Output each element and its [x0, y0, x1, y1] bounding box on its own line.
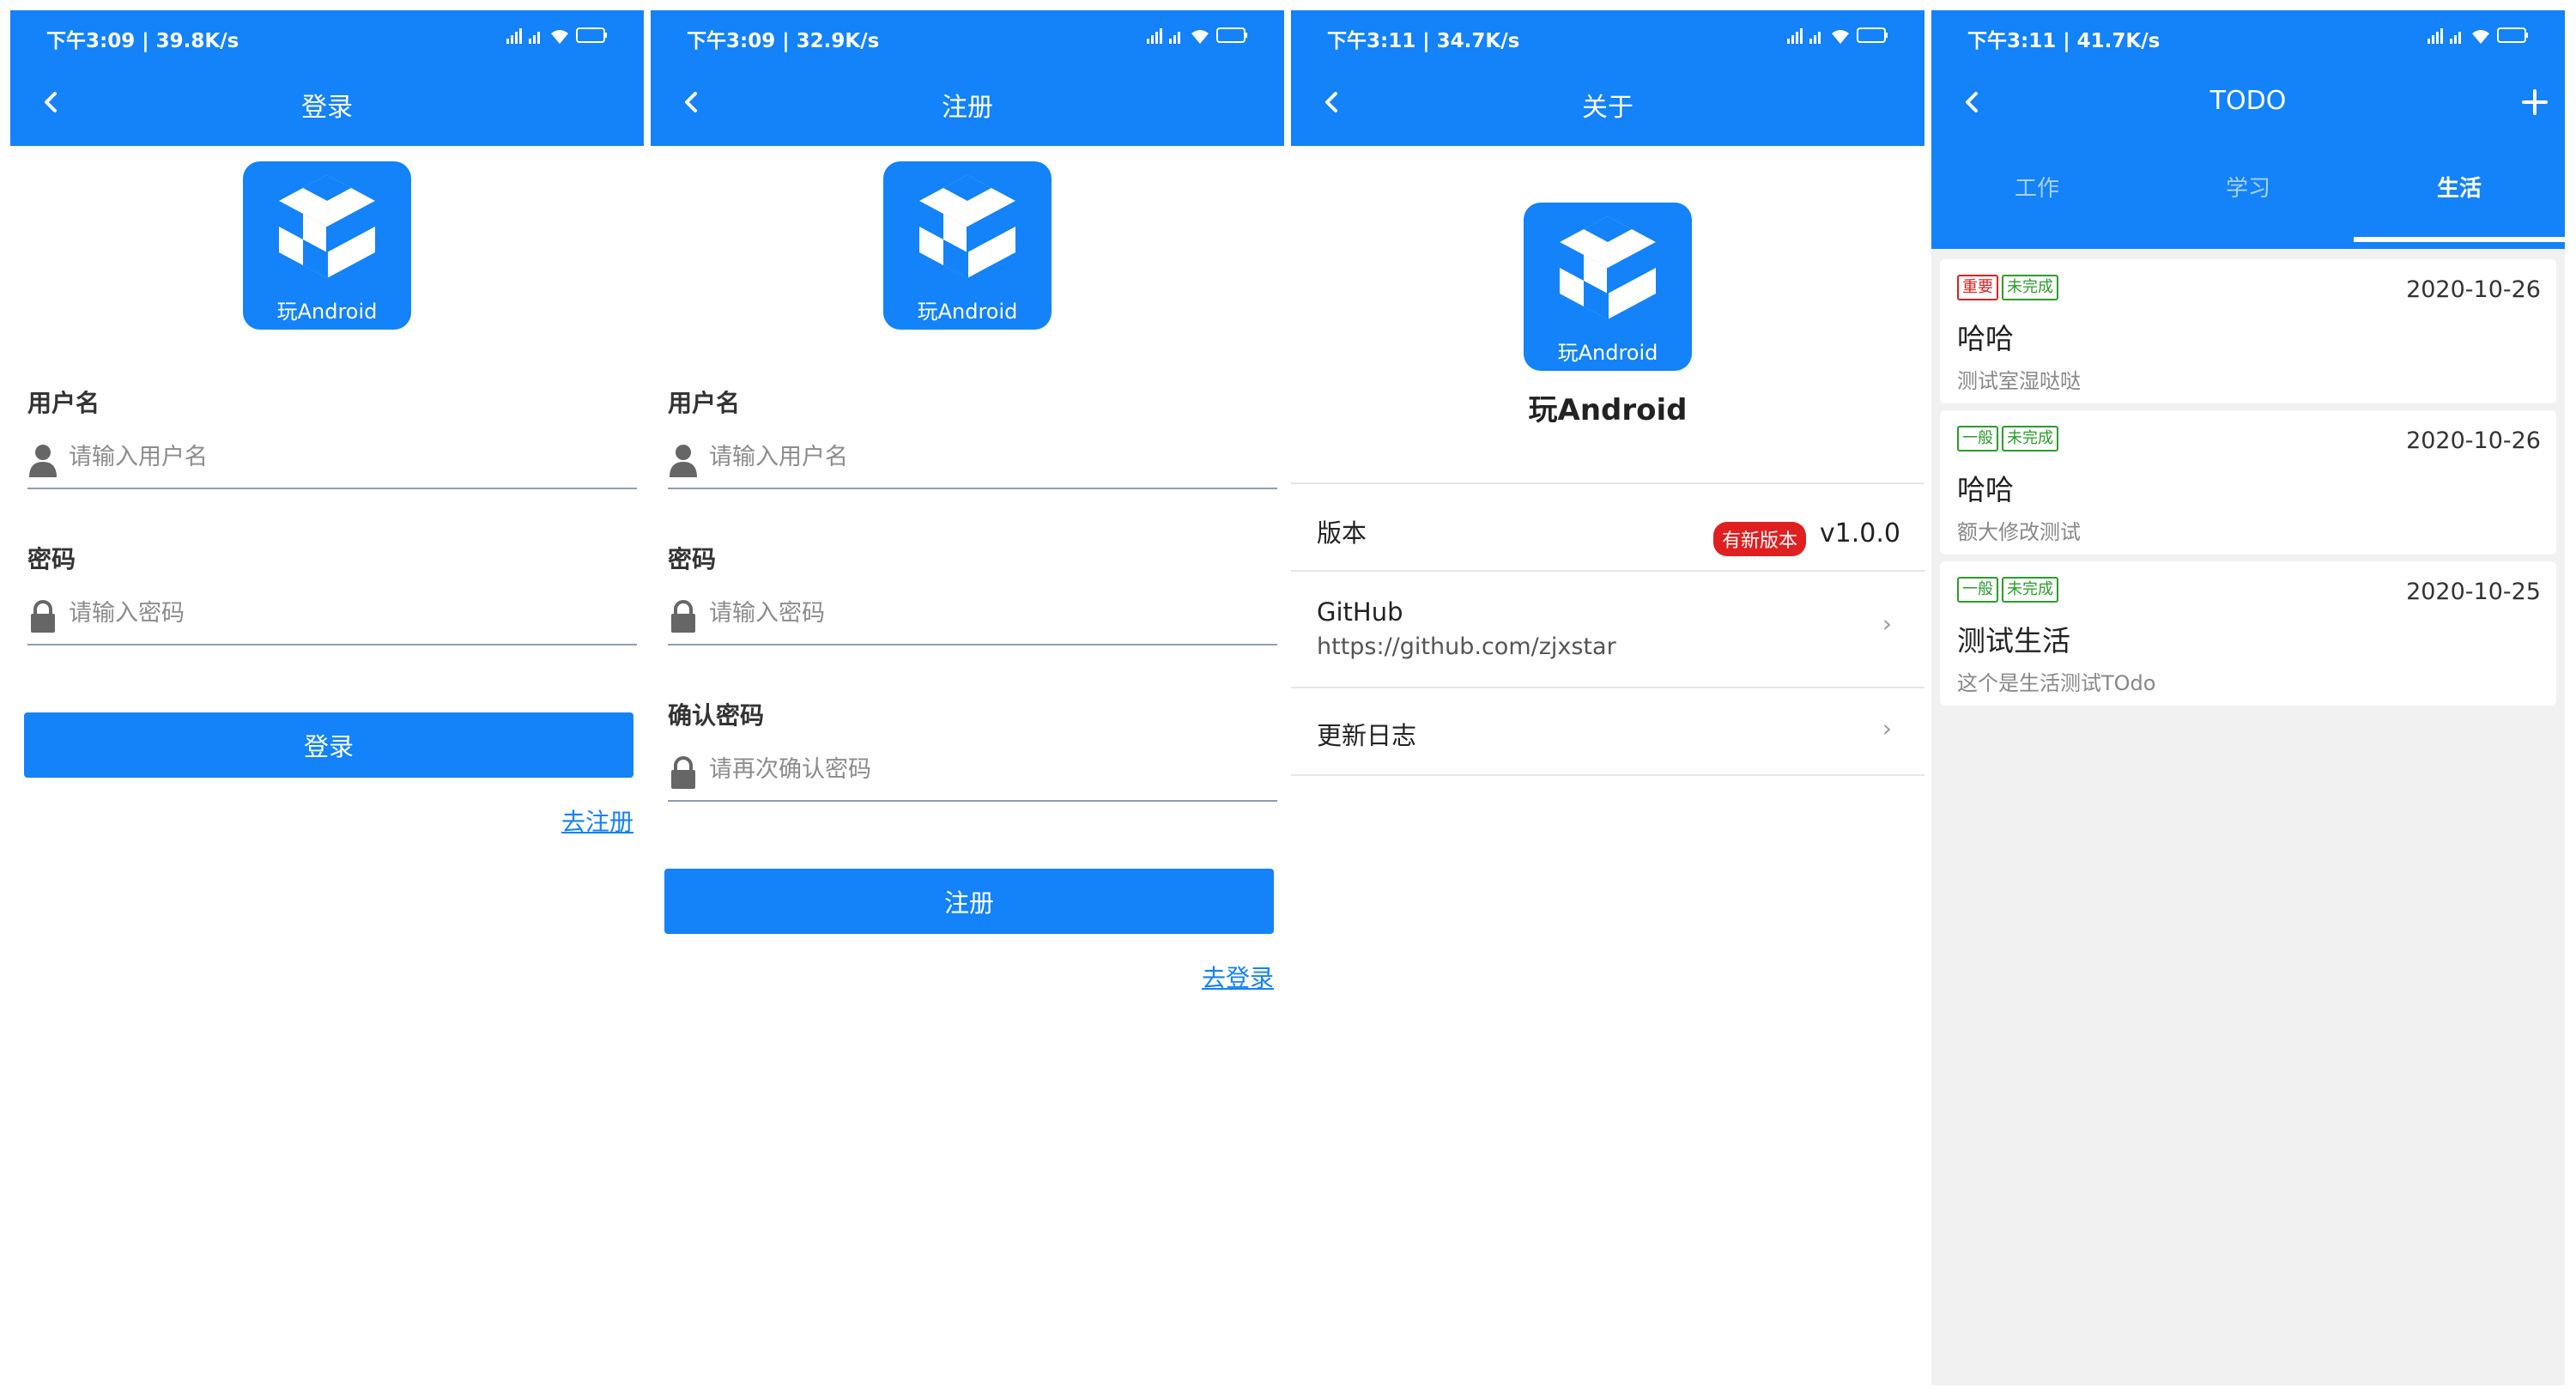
todo-item[interactable]: 一般 未完成 2020-10-25 测试生活 这个是生活测试TOdo: [1940, 561, 2556, 706]
register-button[interactable]: 注册: [664, 869, 1274, 934]
lock-icon: [668, 755, 699, 790]
logo-text: 玩Android: [276, 300, 378, 324]
page-title: 注册: [942, 93, 993, 123]
status-time: 下午3:11 | 34.7K/s: [1327, 30, 1520, 52]
app-name: 玩Android: [1528, 393, 1688, 427]
password-label: 密码: [27, 545, 76, 573]
status-bar: 下午3:11 | 34.7K/s: [1291, 10, 1924, 62]
chevron-right-icon: ›: [1882, 609, 1892, 638]
about-screen: 下午3:11 | 34.7K/s 关于 玩Android 玩Android 版本…: [1291, 10, 1924, 1385]
password-input[interactable]: [67, 591, 620, 635]
status-tag: 未完成: [2002, 426, 2058, 452]
page-title: TODO: [2209, 86, 2287, 116]
password-field: [668, 584, 1277, 645]
status-icons: [1147, 27, 1247, 44]
status-bar: 下午3:11 | 41.7K/s: [1931, 10, 2565, 62]
todo-title: 哈哈: [1957, 473, 2014, 506]
confirm-password-field: [668, 740, 1277, 802]
status-icons: [1787, 27, 1888, 44]
app-logo: 玩Android: [243, 161, 411, 330]
user-icon: [27, 443, 58, 477]
github-url: https://github.com/zjxstar: [1317, 633, 1616, 660]
logo-text: 玩Android: [917, 300, 1018, 324]
todo-title: 哈哈: [1957, 322, 2014, 355]
todo-date: 2020-10-25: [2406, 579, 2541, 605]
status-tag: 未完成: [2002, 275, 2058, 300]
go-register-link[interactable]: 去注册: [561, 803, 633, 838]
login-screen: 下午3:09 | 39.8K/s 登录 玩Android 用户名 密码 登录 去…: [10, 10, 644, 1385]
todo-date: 2020-10-26: [2406, 276, 2541, 303]
password-label: 密码: [668, 545, 717, 573]
password-input[interactable]: [707, 591, 1260, 635]
register-screen: 下午3:09 | 32.9K/s 注册 玩Android 用户名 密码 确认密码…: [651, 10, 1284, 1385]
page-title: 关于: [1582, 93, 1633, 123]
new-version-badge: 有新版本: [1713, 522, 1807, 556]
version-label: 版本: [1317, 518, 1367, 548]
status-time: 下午3:09 | 32.9K/s: [687, 30, 880, 52]
changelog-row[interactable]: 更新日志 ›: [1291, 688, 1924, 774]
status-time: 下午3:11 | 41.7K/s: [1967, 30, 2161, 52]
app-bar: 登录: [10, 62, 644, 146]
username-input[interactable]: [67, 434, 620, 479]
todo-screen: 下午3:11 | 41.7K/s TODO 工作 学习 生活 重要 未完成 20…: [1931, 10, 2565, 1385]
todo-item[interactable]: 一般 未完成 2020-10-26 哈哈 额大修改测试: [1940, 410, 2556, 555]
app-bar: TODO: [1931, 62, 2565, 146]
username-field: [668, 427, 1277, 489]
todo-item[interactable]: 重要 未完成 2020-10-26 哈哈 测试室湿哒哒: [1940, 259, 2556, 403]
confirm-password-input[interactable]: [707, 747, 1260, 791]
username-label: 用户名: [668, 389, 741, 417]
lock-icon: [668, 599, 699, 633]
logo-text: 玩Android: [1557, 341, 1658, 365]
tab-study[interactable]: 学习: [2143, 146, 2354, 249]
status-bar: 下午3:09 | 32.9K/s: [651, 10, 1284, 62]
todo-list: 重要 未完成 2020-10-26 哈哈 测试室湿哒哒 一般 未完成 2020-…: [1931, 249, 2565, 1385]
priority-tag: 重要: [1957, 275, 1998, 300]
app-logo: 玩Android: [883, 161, 1052, 330]
tab-indicator: [2354, 237, 2565, 242]
page-title: 登录: [301, 93, 353, 123]
divider: [1291, 774, 1924, 776]
cube-logo-icon: [272, 172, 382, 282]
status-icons: [506, 27, 607, 44]
add-todo-button[interactable]: [2513, 81, 2556, 124]
username-field: [27, 427, 637, 489]
lock-icon: [27, 599, 58, 633]
todo-desc: 测试室湿哒哒: [1957, 369, 2081, 393]
todo-desc: 这个是生活测试TOdo: [1957, 671, 2156, 695]
category-tabs: 工作 学习 生活: [1931, 146, 2565, 249]
chevron-right-icon: ›: [1882, 714, 1892, 742]
priority-tag: 一般: [1957, 426, 1998, 452]
cube-logo-icon: [1553, 213, 1663, 323]
priority-tag: 一般: [1957, 577, 1998, 603]
app-bar: 注册: [651, 62, 1284, 146]
todo-title: 测试生活: [1957, 624, 2070, 658]
status-time: 下午3:09 | 39.8K/s: [46, 30, 239, 52]
status-icons: [2428, 27, 2528, 44]
github-row[interactable]: GitHub https://github.com/zjxstar ›: [1291, 572, 1924, 687]
username-label: 用户名: [27, 389, 100, 417]
github-label: GitHub: [1317, 597, 1403, 627]
app-bar: 关于: [1291, 62, 1924, 146]
user-icon: [668, 443, 699, 477]
version-value: v1.0.0: [1819, 518, 1900, 549]
status-bar: 下午3:09 | 39.8K/s: [10, 10, 644, 62]
go-login-link[interactable]: 去登录: [1202, 960, 1274, 994]
username-input[interactable]: [707, 434, 1260, 479]
todo-date: 2020-10-26: [2406, 427, 2541, 454]
tab-life[interactable]: 生活: [2354, 146, 2565, 249]
app-logo: 玩Android: [1524, 203, 1692, 371]
version-row[interactable]: 版本 有新版本 v1.0.0: [1291, 484, 1924, 570]
tab-work[interactable]: 工作: [1931, 146, 2143, 249]
password-field: [27, 584, 637, 645]
cube-logo-icon: [912, 172, 1022, 282]
confirm-password-label: 确认密码: [668, 701, 765, 730]
login-button[interactable]: 登录: [24, 712, 633, 778]
todo-desc: 额大修改测试: [1957, 520, 2081, 544]
status-tag: 未完成: [2002, 577, 2058, 603]
changelog-label: 更新日志: [1317, 721, 1417, 750]
